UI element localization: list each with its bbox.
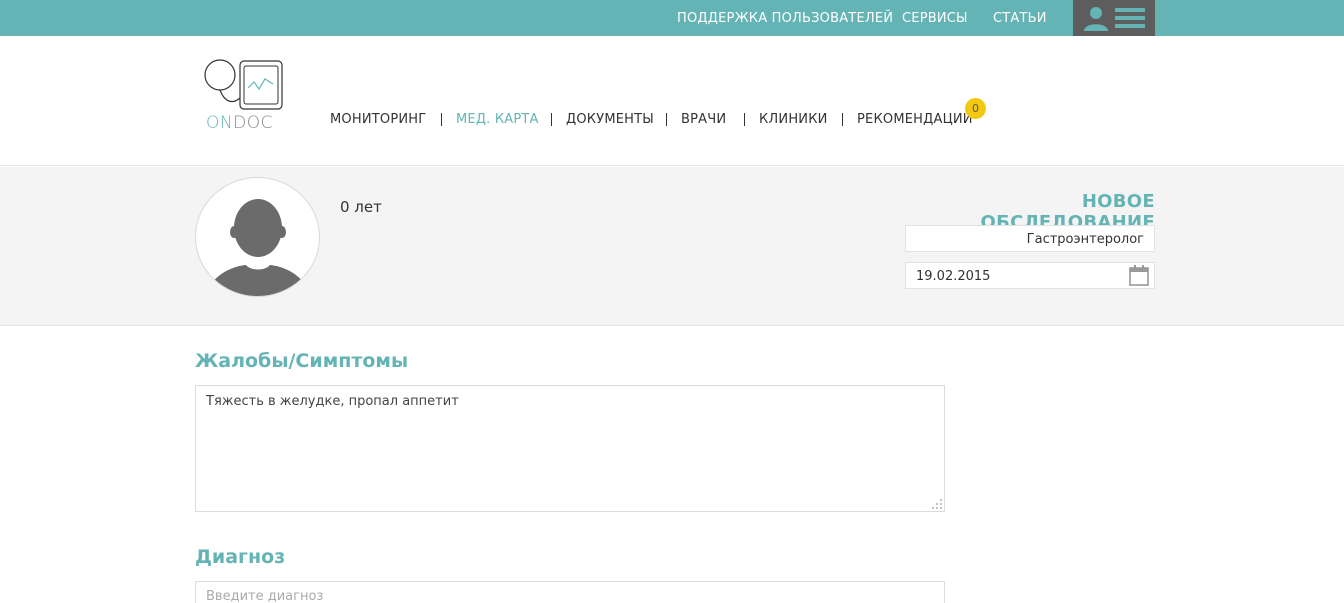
- header: ONDOC МОНИТОРИНГ МЕД. КАРТА ДОКУМЕНТЫ ВР…: [0, 36, 1344, 166]
- support-link[interactable]: ПОДДЕРЖКА ПОЛЬЗОВАТЕЛЕЙ: [677, 11, 893, 26]
- diagnosis-title: Диагноз: [195, 546, 286, 568]
- nav-doctors[interactable]: ВРАЧИ: [681, 112, 726, 127]
- nav-divider: [441, 113, 442, 126]
- nav-monitoring[interactable]: МОНИТОРИНГ: [330, 112, 426, 127]
- person-silhouette-icon: [206, 199, 310, 296]
- nav-divider: [842, 113, 843, 126]
- user-menu-button[interactable]: [1073, 0, 1155, 36]
- nav-divider: [744, 113, 745, 126]
- resize-grip-icon[interactable]: [932, 499, 942, 509]
- complaints-textarea[interactable]: Тяжесть в желудке, пропал аппетит: [195, 385, 945, 512]
- diagnosis-placeholder: Введите диагноз: [206, 589, 324, 603]
- nav-divider: [551, 113, 552, 126]
- diagnosis-input[interactable]: Введите диагноз: [195, 581, 945, 603]
- articles-link[interactable]: СТАТЬИ: [993, 11, 1047, 26]
- nav-med-card[interactable]: МЕД. КАРТА: [456, 112, 539, 127]
- complaints-title: Жалобы/Симптомы: [195, 350, 409, 372]
- menu-icon: [1115, 8, 1145, 28]
- recommendations-badge: 0: [965, 98, 986, 119]
- nav-documents[interactable]: ДОКУМЕНТЫ: [566, 112, 654, 127]
- date-value: 19.02.2015: [916, 269, 991, 284]
- user-icon: [1084, 7, 1108, 31]
- logo-text: ONDOC: [206, 113, 273, 133]
- nav-clinics[interactable]: КЛИНИКИ: [759, 112, 828, 127]
- date-field[interactable]: 19.02.2015: [905, 262, 1155, 289]
- specialist-select[interactable]: Гастроэнтеролог: [905, 225, 1155, 252]
- calendar-icon[interactable]: [1129, 265, 1149, 286]
- avatar: [195, 177, 320, 297]
- top-bar: ПОДДЕРЖКА ПОЛЬЗОВАТЕЛЕЙ СЕРВИСЫ СТАТЬИ: [0, 0, 1344, 36]
- services-link[interactable]: СЕРВИСЫ: [902, 11, 968, 26]
- nav-recommendations[interactable]: РЕКОМЕНДАЦИИ: [857, 112, 973, 127]
- nav-divider: [666, 113, 667, 126]
- specialist-value: Гастроэнтеролог: [1026, 232, 1144, 247]
- patient-age: 0 лет: [340, 198, 382, 216]
- complaints-value: Тяжесть в желудке, пропал аппетит: [206, 394, 459, 409]
